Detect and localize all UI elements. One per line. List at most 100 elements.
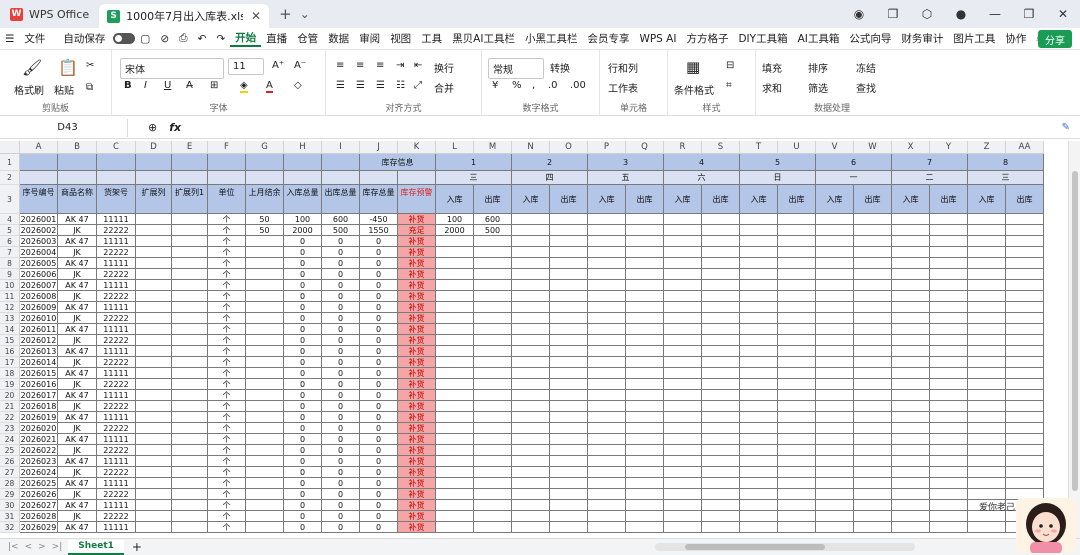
cell-id[interactable]: 2026024	[20, 467, 58, 478]
add-sheet-button[interactable]: +	[132, 540, 142, 554]
cell-empty[interactable]	[512, 280, 550, 291]
cell-last[interactable]: 50	[246, 225, 284, 236]
cell-empty[interactable]	[778, 225, 816, 236]
header-cell[interactable]	[172, 154, 208, 171]
row-header[interactable]: 29	[0, 489, 20, 500]
cell-in[interactable]: 0	[284, 412, 322, 423]
cell-empty[interactable]	[550, 247, 588, 258]
out-header-cell[interactable]: 出库	[626, 185, 664, 214]
cell-empty[interactable]	[778, 456, 816, 467]
cell-empty[interactable]	[968, 423, 1006, 434]
cell-empty[interactable]	[968, 434, 1006, 445]
cell-out[interactable]: 0	[322, 478, 360, 489]
filter-button[interactable]: 筛选	[808, 80, 828, 95]
cell-name[interactable]: AK 47	[58, 456, 97, 467]
column-header-P[interactable]: P	[588, 141, 626, 154]
cell-empty[interactable]	[892, 302, 930, 313]
cell-empty[interactable]	[854, 313, 892, 324]
cell-empty[interactable]	[664, 280, 702, 291]
cell-stock[interactable]: 0	[360, 247, 398, 258]
cell-empty[interactable]	[930, 335, 968, 346]
cell-empty[interactable]	[778, 390, 816, 401]
cell-in[interactable]: 0	[284, 357, 322, 368]
cell-empty[interactable]	[664, 324, 702, 335]
cell-empty[interactable]	[816, 357, 854, 368]
cell-empty[interactable]	[968, 280, 1006, 291]
cell-empty[interactable]	[1006, 423, 1044, 434]
cell-empty[interactable]	[588, 214, 626, 225]
day-number-cell[interactable]: 2	[512, 154, 588, 171]
cell-in[interactable]: 0	[284, 434, 322, 445]
cell-empty[interactable]	[1006, 434, 1044, 445]
cell-empty[interactable]	[664, 214, 702, 225]
cell-empty[interactable]	[172, 434, 208, 445]
row-header[interactable]: 30	[0, 500, 20, 511]
cell-out[interactable]: 0	[322, 522, 360, 533]
cell-empty[interactable]	[968, 269, 1006, 280]
cell-empty[interactable]	[626, 478, 664, 489]
cell-empty[interactable]	[892, 467, 930, 478]
cell-unit[interactable]: 个	[208, 346, 246, 357]
cell-warn[interactable]: 补货	[398, 489, 436, 500]
cell-out[interactable]: 0	[322, 467, 360, 478]
cell-name[interactable]: JK	[58, 401, 97, 412]
cell-stock[interactable]: 0	[360, 489, 398, 500]
cell-empty[interactable]	[172, 423, 208, 434]
cell-warn[interactable]: 补货	[398, 324, 436, 335]
cell-empty[interactable]	[1006, 445, 1044, 456]
cell-empty[interactable]	[136, 489, 172, 500]
cell-empty[interactable]	[588, 445, 626, 456]
cell-last[interactable]	[246, 269, 284, 280]
cell-d_out[interactable]	[474, 489, 512, 500]
cell-empty[interactable]	[740, 291, 778, 302]
cell-in[interactable]: 0	[284, 500, 322, 511]
header-cell[interactable]	[136, 171, 172, 185]
cell-empty[interactable]	[740, 346, 778, 357]
column-header-X[interactable]: X	[892, 141, 930, 154]
column-title-cell[interactable]: 库存预警	[398, 185, 436, 214]
cell-name[interactable]: AK 47	[58, 324, 97, 335]
menu-diy[interactable]: DIY工具箱	[733, 31, 792, 46]
cell-empty[interactable]	[664, 313, 702, 324]
day-number-cell[interactable]: 6	[816, 154, 892, 171]
cell-name[interactable]: JK	[58, 423, 97, 434]
format-painter-icon[interactable]: 🖌	[22, 58, 42, 77]
cell-id[interactable]: 2026010	[20, 313, 58, 324]
cell-empty[interactable]	[930, 269, 968, 280]
cell-empty[interactable]	[740, 258, 778, 269]
cell-d_in[interactable]	[436, 423, 474, 434]
cell-out[interactable]: 0	[322, 500, 360, 511]
cell-name[interactable]: AK 47	[58, 280, 97, 291]
in-header-cell[interactable]: 入库	[436, 185, 474, 214]
cell-name[interactable]: AK 47	[58, 368, 97, 379]
cell-warn[interactable]: 补货	[398, 445, 436, 456]
cell-empty[interactable]	[702, 324, 740, 335]
weekday-cell[interactable]: 一	[816, 171, 892, 185]
header-cell[interactable]	[322, 171, 360, 185]
column-header-V[interactable]: V	[816, 141, 854, 154]
cell-empty[interactable]	[930, 434, 968, 445]
rows-columns-button[interactable]: 行和列	[608, 60, 638, 75]
cell-empty[interactable]	[892, 522, 930, 533]
cell-empty[interactable]	[172, 379, 208, 390]
cell-empty[interactable]	[626, 214, 664, 225]
cell-stock[interactable]: 1550	[360, 225, 398, 236]
cell-empty[interactable]	[550, 511, 588, 522]
cell-in[interactable]: 2000	[284, 225, 322, 236]
percent-icon[interactable]: %	[512, 80, 522, 91]
cell-empty[interactable]	[778, 478, 816, 489]
cell-empty[interactable]	[550, 302, 588, 313]
cell-empty[interactable]	[702, 214, 740, 225]
fx-icon[interactable]: fx	[169, 121, 181, 134]
cell-empty[interactable]	[778, 423, 816, 434]
cell-name[interactable]: AK 47	[58, 258, 97, 269]
out-header-cell[interactable]: 出库	[778, 185, 816, 214]
cell-id[interactable]: 2026002	[20, 225, 58, 236]
cell-empty[interactable]	[136, 500, 172, 511]
cell-empty[interactable]	[1006, 324, 1044, 335]
zoom-icon[interactable]: ⊕	[148, 121, 157, 134]
cell-empty[interactable]	[136, 335, 172, 346]
menu-review[interactable]: 审阅	[354, 31, 385, 46]
cell-shelf[interactable]: 22222	[97, 379, 136, 390]
cell-empty[interactable]	[892, 478, 930, 489]
